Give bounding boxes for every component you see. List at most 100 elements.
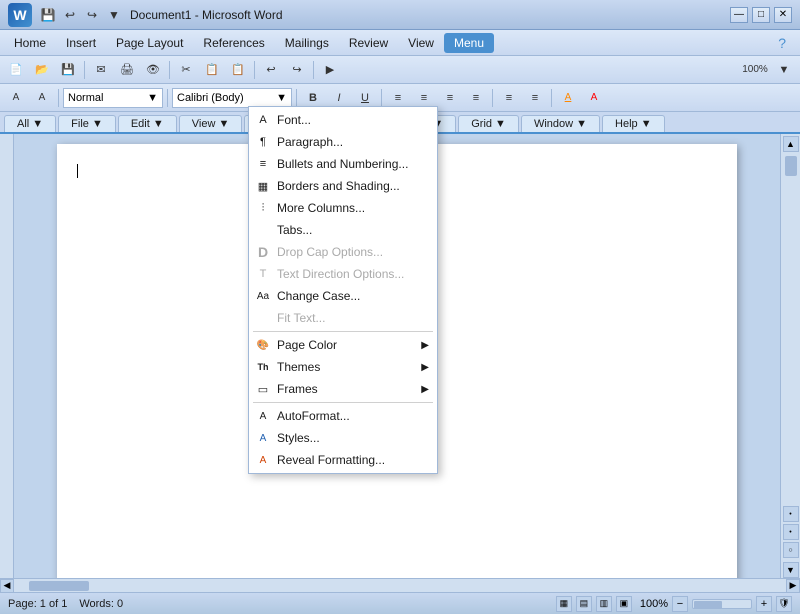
- email-btn[interactable]: ✉: [89, 59, 113, 81]
- menu-drop-cap-label: Drop Cap Options...: [277, 245, 383, 259]
- undo-quick-btn[interactable]: ↩: [60, 5, 80, 25]
- menu-autoformat[interactable]: A AutoFormat...: [249, 405, 437, 427]
- menu-page-layout[interactable]: Page Layout: [106, 33, 193, 53]
- sep3: [254, 61, 255, 79]
- bullets-btn[interactable]: ≡: [497, 87, 521, 109]
- menu-fit-text-label: Fit Text...: [277, 311, 325, 325]
- scroll-thumb-h: [29, 581, 89, 591]
- numbering-btn[interactable]: ≡: [523, 87, 547, 109]
- menu-reveal-formatting[interactable]: A Reveal Formatting...: [249, 449, 437, 471]
- scroll-right-btn[interactable]: ▶: [786, 579, 800, 593]
- page-color-arrow: ▶: [421, 340, 429, 351]
- menu-change-case-label: Change Case...: [277, 289, 360, 303]
- menu-bullets-numbering[interactable]: ≡ Bullets and Numbering...: [249, 153, 437, 175]
- open-btn[interactable]: 📂: [30, 59, 54, 81]
- sep2: [169, 61, 170, 79]
- undo-btn[interactable]: ↩: [259, 59, 283, 81]
- menu-styles[interactable]: A Styles...: [249, 427, 437, 449]
- layout-btn3[interactable]: ▥: [596, 596, 612, 612]
- status-left: Page: 1 of 1 Words: 0: [8, 598, 123, 610]
- scroll-up-btn[interactable]: ▲: [783, 136, 799, 152]
- scroll-dot1-btn[interactable]: •: [783, 506, 799, 522]
- title-bar: W 💾 ↩ ↪ ▼ Document1 - Microsoft Word — □…: [0, 0, 800, 30]
- tab-help[interactable]: Help ▼: [602, 115, 665, 132]
- highlight-btn[interactable]: A: [556, 87, 580, 109]
- menu-paragraph[interactable]: ¶ Paragraph...: [249, 131, 437, 153]
- font-selector[interactable]: Calibri (Body) ▼: [172, 88, 292, 108]
- menu-borders-label: Borders and Shading...: [277, 179, 400, 193]
- zoom-menu-btn[interactable]: ▼: [772, 59, 796, 81]
- tab-all[interactable]: All ▼: [4, 115, 56, 132]
- menu-mailings[interactable]: Mailings: [275, 33, 339, 53]
- tab-window[interactable]: Window ▼: [521, 115, 600, 132]
- menu-font[interactable]: A Font...: [249, 109, 437, 131]
- sep10: [551, 89, 552, 107]
- preview-btn[interactable]: 👁: [141, 59, 165, 81]
- scroll-dot2-btn[interactable]: •: [783, 524, 799, 540]
- redo-btn[interactable]: ↪: [285, 59, 309, 81]
- sep9: [492, 89, 493, 107]
- zoom-in-btn[interactable]: +: [756, 596, 772, 612]
- style-selector[interactable]: Normal ▼: [63, 88, 163, 108]
- close-button[interactable]: ✕: [774, 7, 792, 23]
- frames-icon: ▭: [253, 379, 273, 399]
- shield-btn[interactable]: 🛡: [776, 596, 792, 612]
- menu-frames[interactable]: ▭ Frames ▶: [249, 378, 437, 400]
- menu-review[interactable]: Review: [339, 33, 398, 53]
- menu-insert[interactable]: Insert: [56, 33, 106, 53]
- maximize-button[interactable]: □: [752, 7, 770, 23]
- scroll-down-btn[interactable]: ▼: [783, 562, 799, 578]
- layout-btn2[interactable]: ▤: [576, 596, 592, 612]
- paste-btn[interactable]: 📋: [226, 59, 250, 81]
- align-justify-btn[interactable]: ≡: [464, 87, 488, 109]
- font-value: Calibri (Body): [177, 92, 244, 104]
- redo-quick-btn[interactable]: ↪: [82, 5, 102, 25]
- sep1: [84, 61, 85, 79]
- menu-themes-label: Themes: [277, 360, 320, 374]
- align-right-btn[interactable]: ≡: [438, 87, 462, 109]
- themes-arrow: ▶: [421, 362, 429, 373]
- menu-fit-text: Fit Text...: [249, 307, 437, 329]
- menu-home[interactable]: Home: [4, 33, 56, 53]
- save-btn[interactable]: 💾: [56, 59, 80, 81]
- layout-btn1[interactable]: ▦: [556, 596, 572, 612]
- zoom-100-btn[interactable]: 100%: [740, 59, 770, 81]
- copy-btn[interactable]: 📋: [200, 59, 224, 81]
- change-case-icon: Aa: [253, 286, 273, 306]
- font-color-a-btn[interactable]: A: [4, 87, 28, 109]
- cut-btn[interactable]: ✂: [174, 59, 198, 81]
- menu-references[interactable]: References: [193, 33, 274, 53]
- new-btn[interactable]: 📄: [4, 59, 28, 81]
- menu-tabs[interactable]: Tabs...: [249, 219, 437, 241]
- save-quick-btn[interactable]: 💾: [38, 5, 58, 25]
- scroll-left-btn[interactable]: ◀: [0, 579, 14, 593]
- zoom-slider[interactable]: [692, 599, 752, 609]
- scroll-dot3-btn[interactable]: ○: [783, 542, 799, 558]
- menu-text-direction: T Text Direction Options...: [249, 263, 437, 285]
- left-ruler: [0, 134, 14, 578]
- print-btn[interactable]: 🖨: [115, 59, 139, 81]
- font-size-btn[interactable]: A: [30, 87, 54, 109]
- more-btn[interactable]: ▶: [318, 59, 342, 81]
- menu-menu[interactable]: Menu: [444, 33, 494, 53]
- tab-file[interactable]: File ▼: [58, 115, 116, 132]
- menu-borders-shading[interactable]: ▦ Borders and Shading...: [249, 175, 437, 197]
- menu-sep-1: [253, 331, 433, 332]
- menu-themes[interactable]: Th Themes ▶: [249, 356, 437, 378]
- help-icon-btn[interactable]: ?: [768, 32, 796, 54]
- menu-change-case[interactable]: Aa Change Case...: [249, 285, 437, 307]
- tab-view[interactable]: View ▼: [179, 115, 243, 132]
- menu-view[interactable]: View: [398, 33, 444, 53]
- tab-edit[interactable]: Edit ▼: [118, 115, 177, 132]
- minimize-button[interactable]: —: [730, 7, 748, 23]
- layout-btn4[interactable]: ▣: [616, 596, 632, 612]
- menu-page-color[interactable]: 🎨 Page Color ▶: [249, 334, 437, 356]
- app-logo: W: [8, 3, 32, 27]
- menu-text-direction-label: Text Direction Options...: [277, 267, 404, 281]
- menu-columns[interactable]: ⫶ More Columns...: [249, 197, 437, 219]
- customize-quick-btn[interactable]: ▼: [104, 5, 124, 25]
- font-color-btn[interactable]: A: [582, 87, 606, 109]
- zoom-out-btn[interactable]: −: [672, 596, 688, 612]
- tab-grid[interactable]: Grid ▼: [458, 115, 519, 132]
- menu-reveal-formatting-label: Reveal Formatting...: [277, 453, 385, 467]
